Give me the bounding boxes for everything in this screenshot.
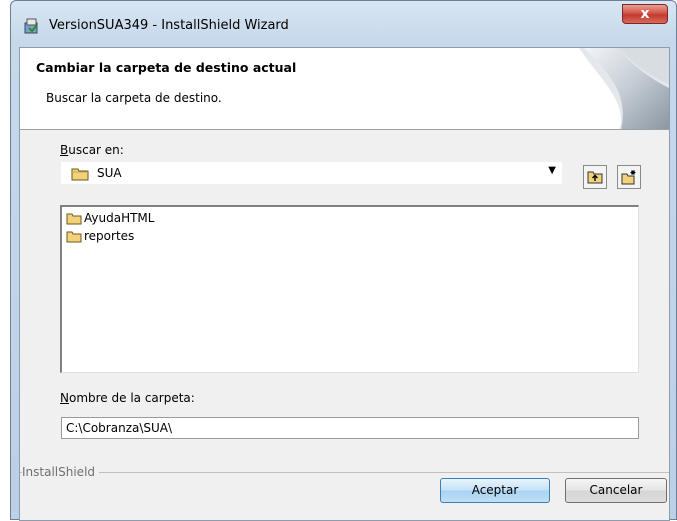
folder-name-field[interactable] <box>61 417 639 439</box>
folder-icon <box>71 167 89 184</box>
up-one-level-button[interactable] <box>583 165 607 189</box>
cancel-button[interactable]: Cancelar <box>565 478 667 503</box>
folder-name-input[interactable] <box>62 418 638 438</box>
installshield-window: VersionSUA349 - InstallShield Wizard x C… <box>10 0 677 521</box>
new-folder-icon <box>621 170 636 185</box>
look-in-dropdown[interactable]: SUA ▼ <box>60 161 563 185</box>
folder-icon <box>66 231 82 243</box>
wizard-header: Cambiar la carpeta de destino actual Bus… <box>20 48 669 130</box>
header-title: Cambiar la carpeta de destino actual <box>36 60 297 75</box>
look-in-value: SUA <box>97 166 122 180</box>
installshield-brand: InstallShield <box>22 465 100 479</box>
chevron-down-icon[interactable]: ▼ <box>548 165 556 176</box>
installshield-separator: InstallShield <box>20 465 669 479</box>
accept-button[interactable]: Aceptar <box>440 478 550 503</box>
page-curl-graphic <box>579 48 669 129</box>
folder-icon <box>66 213 82 225</box>
header-subtitle: Buscar la carpeta de destino. <box>46 91 222 105</box>
title-bar[interactable]: VersionSUA349 - InstallShield Wizard x <box>11 1 676 47</box>
close-button[interactable]: x <box>622 4 668 24</box>
folder-up-icon <box>587 171 603 184</box>
look-in-label: Buscar en: <box>60 143 124 157</box>
window-title: VersionSUA349 - InstallShield Wizard <box>49 18 289 33</box>
create-new-folder-button[interactable] <box>617 165 641 189</box>
folder-list[interactable]: AyudaHTML reportes <box>60 205 639 373</box>
installer-app-icon <box>23 17 41 35</box>
dialog-client-area: Cambiar la carpeta de destino actual Bus… <box>19 47 670 521</box>
folder-name-label: Nombre de la carpeta: <box>60 391 195 405</box>
